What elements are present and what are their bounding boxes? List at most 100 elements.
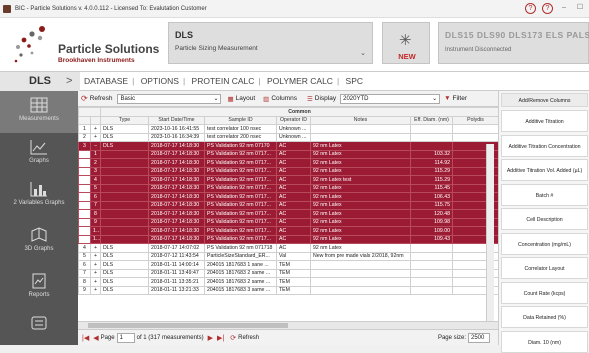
column-option[interactable]: Concentration (mg/mL) bbox=[501, 232, 588, 255]
column-option[interactable]: Additive Titration Vol. Added (µL) bbox=[501, 159, 588, 181]
first-page-button[interactable]: |◀ bbox=[82, 334, 89, 342]
table-row[interactable]: 8 2018-07-17 14:18:30 PS Validation 92 nm … bbox=[78, 209, 498, 219]
table-row[interactable]: 4 + DLS 2018-07-17 14:07:02 PS Validation 92… bbox=[78, 243, 498, 253]
sidebar-item-3d-graphs[interactable]: 3D Graphs bbox=[0, 221, 78, 263]
maximize-button[interactable]: ☐ bbox=[575, 3, 585, 14]
column-option[interactable]: Data Retained (%) bbox=[501, 306, 588, 328]
display-button[interactable]: ☰ Display bbox=[307, 95, 336, 103]
column-option[interactable]: Cell Description bbox=[501, 208, 588, 230]
type-cell: DLS bbox=[100, 141, 149, 151]
column-option[interactable]: Count Rate (kcps) bbox=[501, 281, 588, 304]
next-page-button[interactable]: ▶ bbox=[208, 334, 213, 342]
indent-cell bbox=[78, 234, 91, 244]
table-row[interactable]: 10 2018-07-17 14:18:30 PS Validation 92 nm… bbox=[78, 226, 498, 236]
operator-id-cell: AC bbox=[276, 166, 311, 176]
dataset-select[interactable]: 2020YTD ⌄ bbox=[340, 93, 441, 104]
operator-id-cell: AC bbox=[276, 209, 311, 219]
column-header[interactable] bbox=[78, 115, 91, 125]
sidebar-item-graphs[interactable]: Graphs bbox=[0, 133, 78, 175]
column-option[interactable]: Additive Titration Concentration bbox=[501, 134, 588, 157]
column-header[interactable]: Eff. Diam. (nm) bbox=[410, 115, 453, 125]
table-row[interactable]: 3− DLS 2018-07-17 14:18:30 PS Validation 92… bbox=[78, 141, 498, 151]
sidebar-item-measurements[interactable]: Measurements bbox=[0, 91, 78, 133]
filter-button[interactable]: ▼ Filter bbox=[444, 95, 467, 102]
column-option[interactable]: Diam. 10 (nm) bbox=[501, 330, 588, 353]
columns-button[interactable]: ▥ Columns bbox=[263, 95, 297, 103]
row-number: 11 bbox=[90, 234, 101, 244]
table-row[interactable]: 7 + DLS 2018-01-11 13:49:47 204015 1817683 2… bbox=[78, 268, 498, 278]
notes-cell: 92 nm Latex bbox=[310, 166, 411, 176]
horizontal-scrollbar[interactable] bbox=[78, 321, 498, 329]
column-option[interactable]: Additive Titration bbox=[501, 110, 588, 132]
title-bar: BIC - Particle Solutions v. 4.0.0.112 - … bbox=[0, 0, 589, 18]
new-measurement-button[interactable]: ✳ NEW bbox=[382, 22, 430, 64]
sample-id-cell: 204015 1817683 2 same ... bbox=[204, 268, 277, 278]
expand-toggle-icon: + bbox=[90, 251, 101, 261]
refresh-button[interactable]: ⟳ Refresh bbox=[81, 94, 112, 103]
table-row[interactable]: 5 + DLS 2018-07-12 11:43:54 ParticleSizeStan… bbox=[78, 251, 498, 261]
info-button[interactable]: ? bbox=[542, 3, 553, 14]
page-size-input[interactable]: 2500 bbox=[468, 332, 490, 343]
column-option[interactable]: Correlator Layout bbox=[501, 257, 588, 279]
table-row[interactable]: 1 + DLS 2023-10-16 16:41:55 test correlator … bbox=[78, 124, 498, 134]
brand-logo-icon bbox=[14, 26, 45, 63]
notes-cell: 92 nm Latex test bbox=[310, 175, 411, 185]
start-date-cell: 2018-07-12 11:43:54 bbox=[148, 251, 205, 261]
nav-options[interactable]: OPTIONS bbox=[141, 76, 179, 86]
column-option[interactable]: Batch # bbox=[501, 183, 588, 206]
sidebar-label: 2 Variables Graphs bbox=[13, 200, 65, 206]
type-cell: DLS bbox=[100, 132, 149, 142]
grid-toolbar: ⟳ Refresh Basic ⌄ ▦ Layout ▥ Columns ☰ Displa… bbox=[78, 91, 498, 107]
vertical-scrollbar[interactable] bbox=[486, 144, 494, 321]
column-header[interactable] bbox=[90, 115, 101, 125]
nav-protein-calc[interactable]: PROTEIN CALC bbox=[192, 76, 255, 86]
nav-spc[interactable]: SPC bbox=[346, 76, 363, 86]
minimize-button[interactable]: – bbox=[559, 3, 569, 14]
table-row[interactable]: 3 2018-07-17 14:18:30 PS Validation 92 nm … bbox=[78, 166, 498, 176]
scroll-thumb[interactable] bbox=[88, 323, 288, 328]
module-selector[interactable]: DLS Particle Sizing Measurement ⌄ bbox=[168, 22, 373, 64]
table-row[interactable]: 9 2018-07-17 14:18:30 PS Validation 92 nm … bbox=[78, 217, 498, 227]
instrument-panel[interactable]: DLS15 DLS90 DLS173 ELS PALS Instrument D… bbox=[438, 22, 589, 64]
table-row[interactable]: 8 + DLS 2018-01-11 13:35:21 204015 1817683 2… bbox=[78, 277, 498, 287]
notes-cell bbox=[310, 277, 411, 287]
sidebar-item-2var-graphs[interactable]: 2 Variables Graphs bbox=[0, 175, 78, 217]
notes-cell: 92 nm Latex bbox=[310, 141, 411, 151]
table-row[interactable]: 2 + DLS 2023-10-16 16:34:39 test correlator … bbox=[78, 132, 498, 142]
table-row[interactable]: 9 + DLS 2018-01-11 13:21:33 204015 1817683 3… bbox=[78, 285, 498, 295]
column-header[interactable]: Polydis bbox=[451, 115, 498, 125]
nav-polymer-calc[interactable]: POLYMER CALC bbox=[267, 76, 333, 86]
view-select[interactable]: Basic ⌄ bbox=[117, 93, 222, 104]
page-input[interactable]: 1 bbox=[116, 332, 135, 343]
column-header[interactable]: Notes bbox=[310, 115, 411, 125]
table-row[interactable]: 7 2018-07-17 14:18:30 PS Validation 92 nm … bbox=[78, 200, 498, 210]
column-header[interactable]: Type bbox=[100, 115, 149, 125]
help-button[interactable]: ? bbox=[525, 3, 536, 14]
nav-database[interactable]: DATABASE bbox=[84, 76, 128, 86]
column-header[interactable]: Start Date/Time bbox=[148, 115, 205, 125]
operator-id-cell: AC bbox=[276, 158, 311, 168]
last-page-button[interactable]: ▶| bbox=[217, 334, 224, 342]
table-row[interactable]: 4 2018-07-17 14:18:30 PS Validation 92 nm … bbox=[78, 175, 498, 185]
column-header[interactable]: Operator ID bbox=[276, 115, 311, 125]
sidebar-item-reports[interactable]: Reports bbox=[0, 267, 78, 309]
refresh-icon[interactable]: ⟳ bbox=[230, 334, 236, 342]
table-row[interactable]: 1 2018-07-17 14:18:30 PS Validation 92 nm … bbox=[78, 149, 498, 159]
table-row[interactable]: 2 2018-07-17 14:18:30 PS Validation 92 nm … bbox=[78, 158, 498, 168]
column-header[interactable]: Sample ID bbox=[204, 115, 277, 125]
operator-id-cell: TEM bbox=[276, 268, 311, 278]
sidebar-label: Graphs bbox=[29, 158, 49, 164]
table-row[interactable]: 5 2018-07-17 14:18:30 PS Validation 92 nm … bbox=[78, 183, 498, 193]
indent-cell bbox=[78, 226, 91, 236]
start-date-cell: 2018-01-11 14:00:14 bbox=[148, 260, 205, 270]
table-row[interactable]: 6 + DLS 2018-01-11 14:00:14 204015 1817683 1… bbox=[78, 260, 498, 270]
table-row[interactable]: 11 2018-07-17 14:18:30 PS Validation 92 nm… bbox=[78, 234, 498, 244]
table-row[interactable]: 6 2018-07-17 14:18:30 PS Validation 92 nm … bbox=[78, 192, 498, 202]
prev-page-button[interactable]: ◀ bbox=[93, 334, 98, 342]
operator-id-cell: AC bbox=[276, 217, 311, 227]
column-picker-panel: Add/Remove Columns Additive Titration Add… bbox=[498, 91, 589, 353]
sparkle-icon: ✳ bbox=[399, 32, 412, 49]
measurements-grid: Common Type Start Date/Time Sample ID Opera… bbox=[78, 107, 498, 321]
layout-button[interactable]: ▦ Layout bbox=[227, 95, 255, 103]
pager-refresh-label[interactable]: Refresh bbox=[238, 335, 259, 341]
